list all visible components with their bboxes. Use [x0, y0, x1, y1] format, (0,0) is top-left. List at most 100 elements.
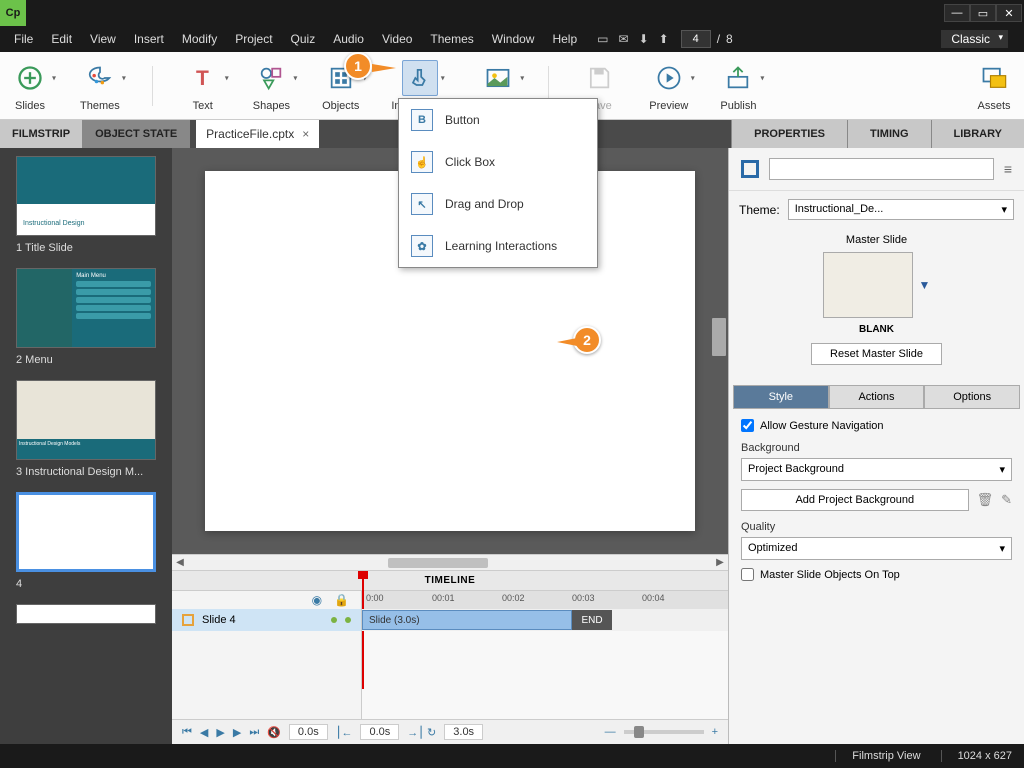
menu-themes[interactable]: Themes	[422, 28, 481, 50]
quality-dropdown[interactable]: Optimized▾	[741, 537, 1012, 560]
timeline-last-icon[interactable]: ⏭	[249, 726, 259, 739]
slide-thumb-1[interactable]: Instructional Design 1 Title Slide	[6, 156, 166, 254]
edit-icon[interactable]: ✎	[1001, 492, 1012, 508]
background-dropdown[interactable]: Project Background▾	[741, 458, 1012, 481]
master-slide-preview[interactable]	[823, 252, 913, 318]
ribbon-themes-label: Themes	[80, 100, 120, 112]
reset-master-button[interactable]: Reset Master Slide	[811, 343, 942, 365]
timeline-ruler[interactable]: 0:00 00:01 00:02 00:03 00:04	[362, 591, 728, 609]
slide-label: 2 Menu	[6, 354, 166, 366]
gesture-nav-checkbox[interactable]	[741, 419, 754, 432]
quality-label: Quality	[741, 521, 1012, 533]
notification-icon[interactable]: ▭	[597, 32, 608, 46]
menu-insert[interactable]: Insert	[126, 28, 172, 50]
window-close[interactable]: ✕	[996, 4, 1022, 22]
file-tab[interactable]: PracticeFile.cptx ×	[196, 120, 319, 148]
scroll-left-arrow[interactable]: ◀	[172, 557, 188, 568]
master-on-top-label: Master Slide Objects On Top	[760, 569, 900, 581]
status-dimensions: 1024 x 627	[941, 750, 1012, 762]
scroll-right-arrow[interactable]: ▶	[712, 557, 728, 568]
tab-object-state[interactable]: OBJECT STATE	[83, 120, 190, 148]
button-icon: B	[411, 109, 433, 131]
menu-file[interactable]: File	[6, 28, 41, 50]
menu-modify[interactable]: Modify	[174, 28, 225, 50]
ribbon-preview[interactable]: Preview	[649, 60, 688, 112]
menu-project[interactable]: Project	[227, 28, 280, 50]
slide-thumb-4[interactable]: 4	[6, 492, 166, 590]
slide-label: 1 Title Slide	[6, 242, 166, 254]
slide-label: 3 Instructional Design M...	[6, 466, 166, 478]
menu-audio[interactable]: Audio	[325, 28, 372, 50]
lock-icon[interactable]: 🔒	[334, 593, 349, 607]
slide-thumb-2[interactable]: Main Menu 2 Menu	[6, 268, 166, 366]
window-maximize[interactable]: ▭	[970, 4, 996, 22]
menu-video[interactable]: Video	[374, 28, 420, 50]
timeline-clip[interactable]: Slide (3.0s)	[362, 610, 572, 630]
ribbon-themes[interactable]: Themes	[80, 60, 120, 112]
timeline-play-icon[interactable]: ▶	[216, 726, 224, 739]
timeline-next-icon[interactable]: ▶	[233, 726, 241, 739]
menu-quiz[interactable]: Quiz	[283, 28, 324, 50]
master-slide-arrow-icon[interactable]: ▼	[919, 278, 931, 292]
status-view: Filmstrip View	[835, 750, 920, 762]
menu-edit[interactable]: Edit	[43, 28, 80, 50]
interactions-learning[interactable]: ✿ Learning Interactions	[399, 225, 597, 267]
download-icon[interactable]: ⬇	[639, 32, 649, 46]
ribbon-text[interactable]: T Text	[185, 60, 221, 112]
ribbon-shapes-label: Shapes	[253, 100, 290, 112]
zoom-slider[interactable]	[634, 726, 644, 738]
subtab-style[interactable]: Style	[733, 385, 829, 409]
playhead[interactable]	[362, 573, 364, 689]
object-name-input[interactable]	[769, 158, 994, 180]
page-total: 8	[726, 32, 733, 46]
tab-filmstrip[interactable]: FILMSTRIP	[0, 120, 83, 148]
learning-icon: ✿	[411, 235, 433, 257]
ribbon-shapes[interactable]: Shapes	[253, 60, 290, 112]
subtab-actions[interactable]: Actions	[829, 385, 925, 409]
scrollbar-vertical[interactable]	[712, 318, 726, 356]
zoom-out-icon[interactable]: —	[605, 726, 616, 738]
panel-menu-icon[interactable]: ≡	[1004, 161, 1012, 177]
slide-thumb-5[interactable]	[6, 604, 166, 624]
tab-timing[interactable]: TIMING	[847, 120, 931, 148]
tab-library[interactable]: LIBRARY	[931, 120, 1024, 148]
ribbon-text-label: Text	[193, 100, 213, 112]
timeline-prev-icon[interactable]: ◀	[200, 726, 208, 739]
upload-icon[interactable]: ⬆	[659, 32, 669, 46]
timeline-first-icon[interactable]: ⏮	[182, 726, 192, 739]
mail-icon[interactable]: ✉	[619, 32, 629, 46]
menu-view[interactable]: View	[82, 28, 124, 50]
ribbon-publish-label: Publish	[720, 100, 756, 112]
tab-properties[interactable]: PROPERTIES	[731, 120, 847, 148]
delete-icon[interactable]: 🗑	[977, 492, 994, 508]
master-on-top-checkbox[interactable]	[741, 568, 754, 581]
scrollbar-horizontal[interactable]: ◀ ▶	[172, 554, 728, 570]
add-background-button[interactable]: Add Project Background	[741, 489, 969, 511]
master-slide-label: Master Slide	[735, 234, 1018, 246]
master-slide-name: BLANK	[735, 324, 1018, 335]
subtab-options[interactable]: Options	[924, 385, 1020, 409]
timeline-track-name[interactable]: Slide 4	[172, 609, 362, 631]
interactions-dragdrop[interactable]: ↖ Drag and Drop	[399, 183, 597, 225]
theme-label: Theme:	[739, 203, 780, 217]
visibility-icon[interactable]: ◉	[312, 593, 322, 607]
slide-label: 4	[6, 578, 166, 590]
ribbon-slides[interactable]: Slides	[12, 60, 48, 112]
timeline-time-1: 0.0s	[289, 724, 328, 740]
ribbon-assets[interactable]: Assets	[976, 60, 1012, 112]
timeline-time-2: 0.0s	[360, 724, 399, 740]
file-close-icon[interactable]: ×	[302, 127, 309, 141]
interactions-clickbox[interactable]: ☝ Click Box	[399, 141, 597, 183]
interactions-button[interactable]: B Button	[399, 99, 597, 141]
page-current-input[interactable]	[681, 30, 711, 48]
ribbon-publish[interactable]: Publish	[720, 60, 756, 112]
workspace-dropdown[interactable]: Classic	[941, 30, 1008, 48]
window-minimize[interactable]: —	[944, 4, 970, 22]
slide-thumb-3[interactable]: Instructional Design Models 3 Instructio…	[6, 380, 166, 478]
menu-window[interactable]: Window	[484, 28, 543, 50]
theme-dropdown[interactable]: Instructional_De...▾	[788, 199, 1014, 220]
menu-help[interactable]: Help	[544, 28, 585, 50]
zoom-in-icon[interactable]: +	[712, 726, 718, 738]
timeline-audio-icon[interactable]: 🔇	[267, 726, 281, 739]
timeline-sep-icon: ⎮←	[336, 726, 353, 739]
